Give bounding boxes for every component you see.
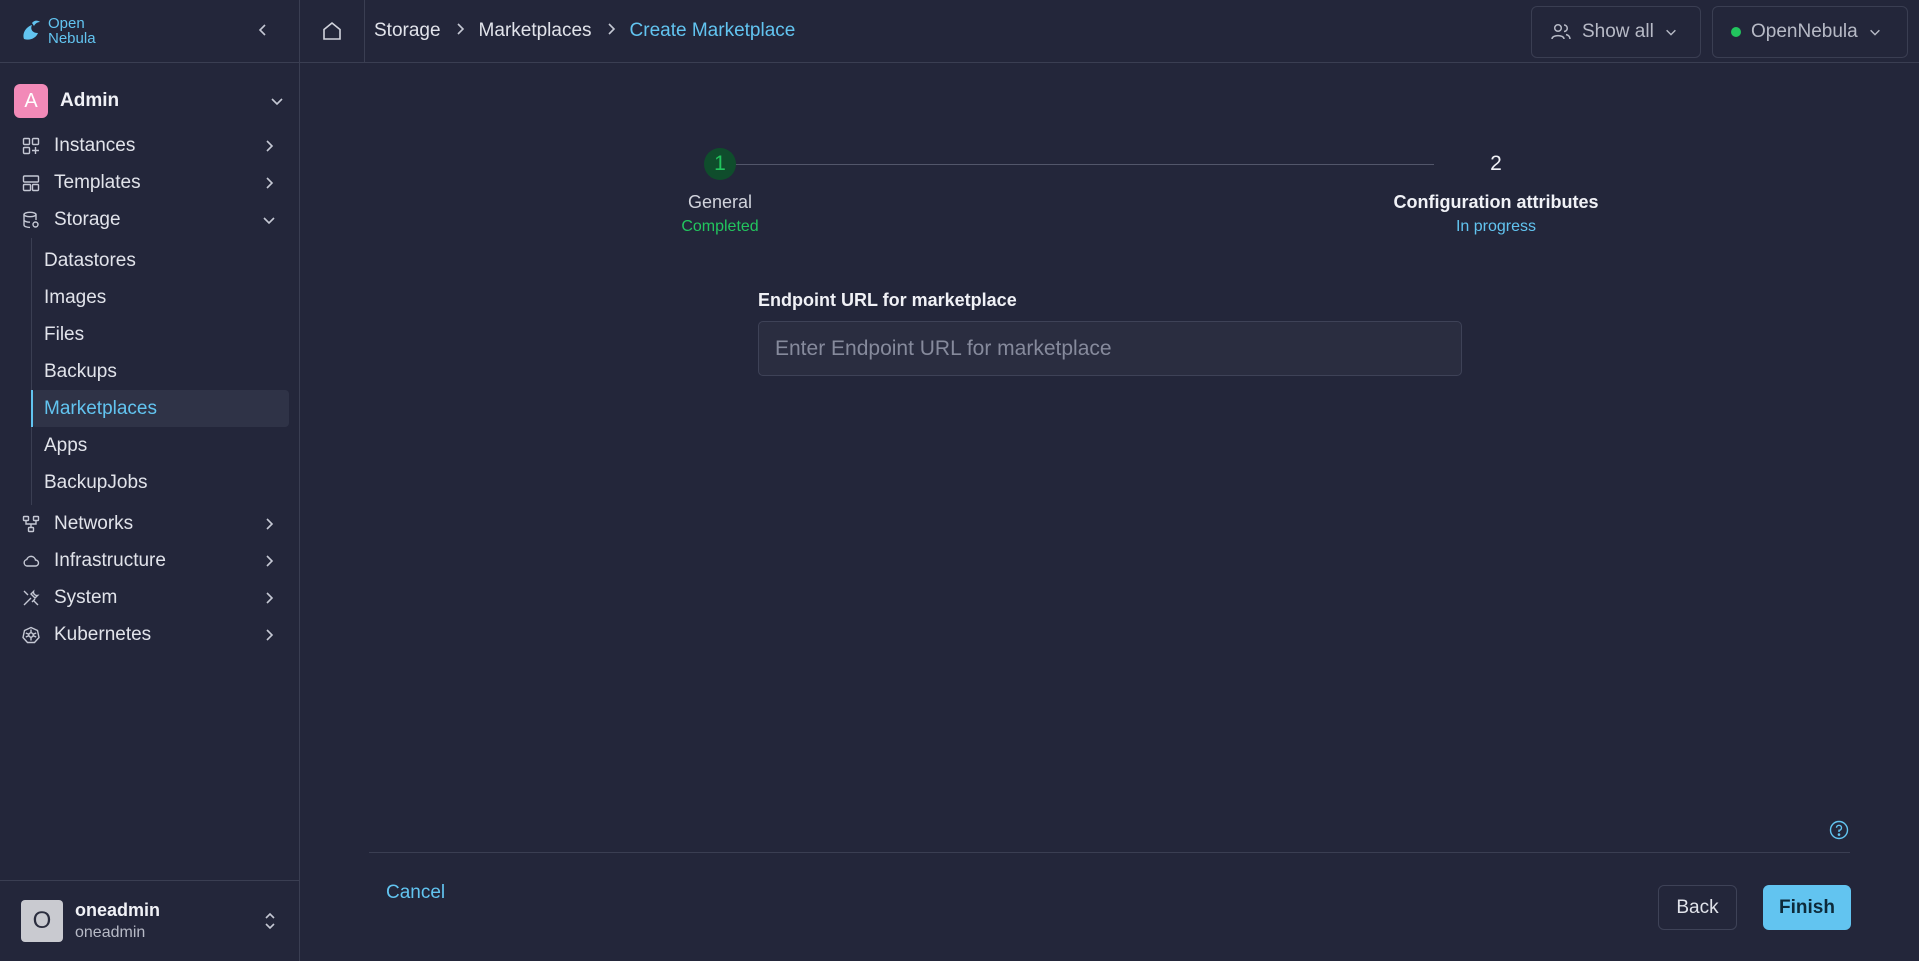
sidebar-header: Open Nebula [0,0,299,63]
main-content: 1 General Completed 2 Configuration attr… [300,64,1919,961]
home-button[interactable] [300,0,365,63]
step-number: 1 [704,148,736,180]
collapse-sidebar-button[interactable] [251,21,275,42]
sidebar-item-files[interactable]: Files [32,316,289,353]
home-icon [323,21,341,40]
show-all-label: Show all [1582,21,1654,42]
sidebar-item-images[interactable]: Images [32,279,289,316]
step-title: General [687,192,753,212]
sidebar-item-system[interactable]: System [0,579,299,616]
breadcrumb: Storage Marketplaces Create Marketplace [374,20,795,42]
endpoint-url-label: Endpoint URL for marketplace [758,290,1017,310]
sidebar-item-storage[interactable]: Storage [0,201,299,238]
chevron-down-icon [1665,29,1676,36]
step-title: Configuration attributes [1393,192,1599,212]
storage-submenu: Datastores Images Files Backups Marketpl… [31,238,299,505]
step-status: In progress [1455,218,1537,235]
user-name: oneadmin [75,900,161,920]
endpoint-url-input[interactable] [758,321,1462,376]
chevron-up-down-icon [265,912,275,930]
sidebar-item-instances[interactable]: Instances [0,127,299,164]
chevron-right-icon [266,176,274,189]
sidebar-item-label: Storage [54,208,121,230]
sidebar-item-infrastructure[interactable]: Infrastructure [0,542,299,579]
help-icon[interactable] [1829,820,1849,840]
zone-label: OpenNebula [1751,21,1858,42]
logo-icon [23,20,40,40]
sidebar-item-label: Instances [54,134,136,156]
group-name: Admin [60,90,120,111]
back-button[interactable]: Back [1658,885,1737,930]
breadcrumb-current: Create Marketplace [629,20,796,41]
chevron-right-icon [266,591,274,604]
chevron-right-icon [266,628,274,641]
database-icon [21,210,41,230]
chevron-down-icon [271,98,283,106]
grid-plus-icon [21,136,41,156]
show-all-button[interactable]: Show all [1531,6,1701,58]
opennebula-logo[interactable]: Open Nebula [20,16,96,46]
group-selector[interactable]: A Admin [14,83,285,119]
sidebar-item-label: Templates [54,171,141,193]
sidebar: Open Nebula A Admin Instances Templates … [0,0,300,961]
logo-text-nebula: Nebula [48,30,96,47]
network-icon [21,514,41,534]
chevron-right-icon [266,139,274,152]
tools-icon [21,588,41,608]
cloud-icon [21,551,41,571]
chevron-down-icon [1869,29,1880,36]
sidebar-item-kubernetes[interactable]: Kubernetes [0,616,299,653]
status-dot [1731,27,1741,37]
chevron-right-icon [266,554,274,567]
chevron-right-icon [266,517,274,530]
sidebar-item-label: Kubernetes [54,623,152,645]
kubernetes-icon [21,625,41,645]
cancel-button[interactable]: Cancel [386,882,445,904]
layout-icon [21,173,41,193]
finish-button[interactable]: Finish [1763,885,1851,930]
user-menu[interactable]: O oneadmin oneadmin [0,880,300,961]
footer-divider [369,852,1850,853]
sidebar-item-label: Networks [54,512,134,534]
group-avatar: A [14,84,48,118]
sidebar-item-networks[interactable]: Networks [0,505,299,542]
avatar: O [21,900,63,942]
sidebar-item-datastores[interactable]: Datastores [32,242,289,279]
sidebar-item-marketplaces[interactable]: Marketplaces [31,390,289,427]
breadcrumb-storage[interactable]: Storage [374,20,441,42]
chevron-left-icon [258,23,266,36]
chevron-right-icon [454,22,466,41]
chevron-right-icon [605,22,617,41]
users-icon [1551,23,1571,40]
breadcrumb-marketplaces[interactable]: Marketplaces [479,20,592,42]
sidebar-item-backups[interactable]: Backups [32,353,289,390]
sidebar-item-backupjobs[interactable]: BackupJobs [32,464,289,501]
sidebar-item-templates[interactable]: Templates [0,164,299,201]
stepper: 1 General Completed 2 Configuration attr… [681,134,1599,235]
endpoint-url-field: Endpoint URL for marketplace [758,290,1462,376]
topbar: Storage Marketplaces Create Marketplace … [300,0,1919,63]
chevron-down-icon [263,216,275,224]
stepper-connector [730,164,1434,165]
sidebar-item-label: Infrastructure [54,549,166,571]
logo-text-open: Open [48,15,85,32]
zone-selector[interactable]: OpenNebula [1712,6,1908,58]
step-number: 2 [1490,152,1502,175]
sidebar-item-apps[interactable]: Apps [32,427,289,464]
step-status: Completed [681,218,759,235]
sidebar-item-label: System [54,586,118,608]
user-subtitle: oneadmin [75,924,146,941]
